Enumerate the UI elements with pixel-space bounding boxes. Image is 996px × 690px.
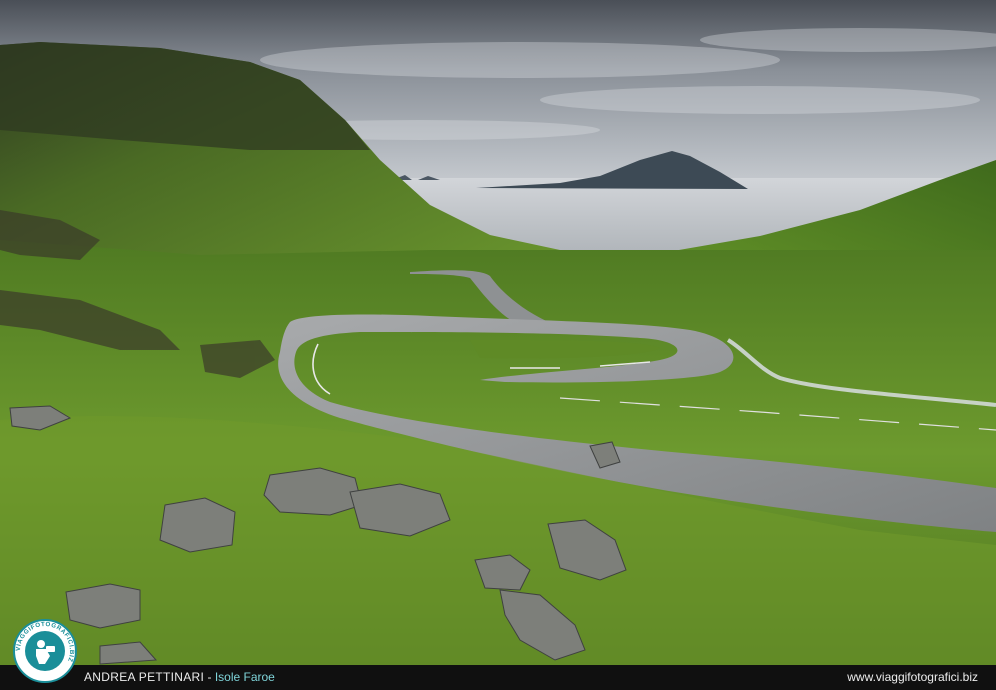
location-label: Isole Faroe <box>214 670 275 684</box>
author-name: ANDREA PETTINARI <box>84 670 205 684</box>
brand-logo: VIAGGIFOTOGRAFICI.BIZ <box>13 619 77 683</box>
landscape-photo <box>0 0 996 665</box>
caption-bar: ANDREA PETTINARI - Isole Faroe www.viagg… <box>0 665 996 690</box>
website-link[interactable]: www.viaggifotografici.biz <box>847 665 978 690</box>
credit-separator: - <box>204 670 215 684</box>
credit-line: ANDREA PETTINARI - Isole Faroe <box>84 665 275 690</box>
